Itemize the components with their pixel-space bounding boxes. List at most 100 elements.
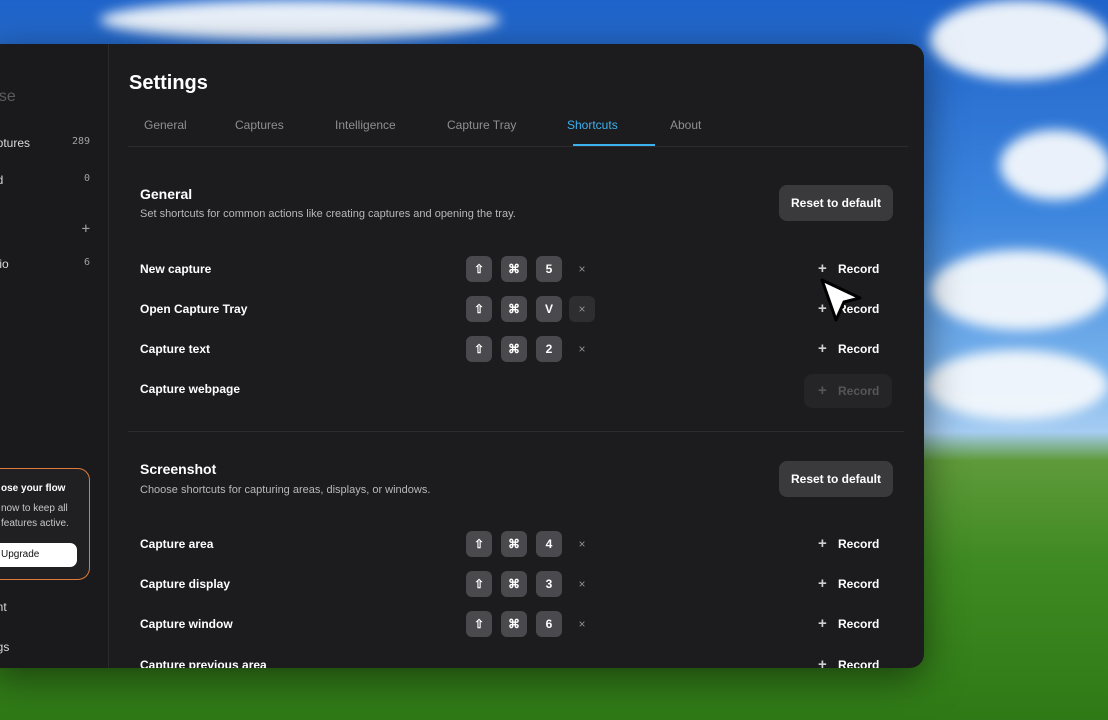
command-key-icon: ⌘ <box>501 336 527 362</box>
sidebar-item-second[interactable]: ed 0 <box>0 171 90 191</box>
record-label: Record <box>838 342 880 356</box>
shift-key-icon: ⇧ <box>466 571 492 597</box>
close-icon[interactable]: × <box>569 571 595 597</box>
record-label: Record <box>838 658 880 668</box>
plus-icon: + <box>818 260 827 277</box>
promo-description: now to keep all features active. <box>1 503 69 529</box>
shortcut-row: New capture ⇧ ⌘ 5 × + Record <box>140 254 900 284</box>
settings-tabs: General Captures Intelligence Capture Tr… <box>128 110 908 147</box>
close-icon[interactable]: × <box>569 611 595 637</box>
tab-general[interactable]: General <box>144 118 187 132</box>
sidebar-item-label: ed <box>0 173 4 187</box>
sidebar-item-settings[interactable]: ngs <box>0 638 90 658</box>
plus-icon: + <box>818 340 827 357</box>
sidebar-item-label: olio <box>0 257 9 271</box>
sidebar-item-portfolio[interactable]: olio 6 <box>0 255 90 275</box>
sidebar-item-count: 0 <box>83 173 90 184</box>
shortcut-row: Capture window ⇧ ⌘ 6 × + Record <box>140 609 900 639</box>
shortcut-name: Capture area <box>140 537 214 551</box>
record-label: Record <box>838 577 880 591</box>
tab-intelligence[interactable]: Intelligence <box>335 118 396 132</box>
close-icon[interactable]: × <box>569 256 595 282</box>
active-tab-indicator <box>573 144 655 146</box>
sidebar-add-collection[interactable]: + <box>0 221 90 241</box>
shortcut-row: Capture area ⇧ ⌘ 4 × + Record <box>140 529 900 559</box>
shortcut-name: New capture <box>140 262 212 276</box>
plus-icon: + <box>818 575 827 592</box>
shortcut-name: Capture webpage <box>140 382 241 396</box>
section-divider <box>128 431 904 432</box>
command-key-icon: ⌘ <box>501 256 527 282</box>
key-cap: 2 <box>536 336 562 362</box>
record-button[interactable]: + Record <box>804 334 892 364</box>
record-label: Record <box>838 617 880 631</box>
shift-key-icon: ⇧ <box>466 256 492 282</box>
command-key-icon: ⌘ <box>501 531 527 557</box>
record-button[interactable]: + Record <box>804 650 892 668</box>
tab-about[interactable]: About <box>670 118 701 132</box>
shortcut-row: Capture webpage + Record <box>140 374 900 408</box>
shift-key-icon: ⇧ <box>466 611 492 637</box>
record-button[interactable]: + Record <box>804 374 892 408</box>
shortcut-row: Open Capture Tray ⇧ ⌘ V × + Record <box>140 294 900 324</box>
sidebar: ase aptures 289 ed 0 + olio 6 ose your f… <box>0 44 109 668</box>
sidebar-item-account[interactable]: unt <box>0 598 90 618</box>
upgrade-button[interactable]: Upgrade <box>0 543 77 567</box>
section-title-screenshot: Screenshot <box>140 461 217 477</box>
shortcut-row: Capture previous area + Record <box>140 650 900 668</box>
shift-key-icon: ⇧ <box>466 296 492 322</box>
plus-icon: + <box>818 535 827 552</box>
plus-icon: + <box>818 382 827 399</box>
shortcut-name: Capture text <box>140 342 211 356</box>
section-desc-screenshot: Choose shortcuts for capturing areas, di… <box>140 484 431 496</box>
page-title: Settings <box>129 72 208 94</box>
tab-shortcuts[interactable]: Shortcuts <box>567 118 618 132</box>
record-button[interactable]: + Record <box>804 529 892 559</box>
promo-title: ose your flow <box>1 483 66 494</box>
record-button[interactable]: + Record <box>804 609 892 639</box>
shortcut-row: Capture text ⇧ ⌘ 2 × + Record <box>140 334 900 364</box>
record-button[interactable]: + Record <box>804 569 892 599</box>
reset-screenshot-button[interactable]: Reset to default <box>779 461 893 497</box>
sidebar-item-captures[interactable]: aptures 289 <box>0 134 90 154</box>
sidebar-item-count: 6 <box>83 257 90 268</box>
shortcut-name: Open Capture Tray <box>140 302 248 316</box>
sidebar-item-label: unt <box>0 600 7 614</box>
record-label: Record <box>838 537 880 551</box>
shortcut-row: Capture display ⇧ ⌘ 3 × + Record <box>140 569 900 599</box>
sidebar-title: ase <box>0 88 16 105</box>
shortcut-name: Capture display <box>140 577 231 591</box>
shortcut-name: Capture window <box>140 617 233 631</box>
command-key-icon: ⌘ <box>501 611 527 637</box>
command-key-icon: ⌘ <box>501 571 527 597</box>
section-title-general: General <box>140 186 193 202</box>
plus-icon[interactable]: + <box>82 221 90 237</box>
sidebar-item-label: aptures <box>0 136 31 150</box>
key-cap: 3 <box>536 571 562 597</box>
close-icon[interactable]: × <box>569 531 595 557</box>
key-cap: 4 <box>536 531 562 557</box>
shortcut-name: Capture previous area <box>140 658 267 668</box>
plus-icon: + <box>818 615 827 632</box>
close-icon[interactable]: × <box>569 296 595 322</box>
sidebar-item-label: ngs <box>0 640 10 654</box>
section-desc-general: Set shortcuts for common actions like cr… <box>140 208 516 220</box>
sidebar-item-count: 289 <box>71 136 90 147</box>
close-icon[interactable]: × <box>569 336 595 362</box>
shift-key-icon: ⇧ <box>466 336 492 362</box>
record-label: Record <box>838 262 880 276</box>
key-cap: 6 <box>536 611 562 637</box>
mouse-pointer-icon <box>820 278 862 322</box>
key-cap: V <box>536 296 562 322</box>
plus-icon: + <box>818 656 827 668</box>
key-cap: 5 <box>536 256 562 282</box>
command-key-icon: ⌘ <box>501 296 527 322</box>
tab-captures[interactable]: Captures <box>235 118 284 132</box>
shift-key-icon: ⇧ <box>466 531 492 557</box>
settings-main: Settings General Captures Intelligence C… <box>108 44 924 668</box>
settings-window: ase aptures 289 ed 0 + olio 6 ose your f… <box>0 44 924 668</box>
upgrade-promo-card: ose your flow now to keep all features a… <box>0 468 90 580</box>
reset-general-button[interactable]: Reset to default <box>779 185 893 221</box>
tab-capture-tray[interactable]: Capture Tray <box>447 118 516 132</box>
record-label: Record <box>838 384 880 398</box>
